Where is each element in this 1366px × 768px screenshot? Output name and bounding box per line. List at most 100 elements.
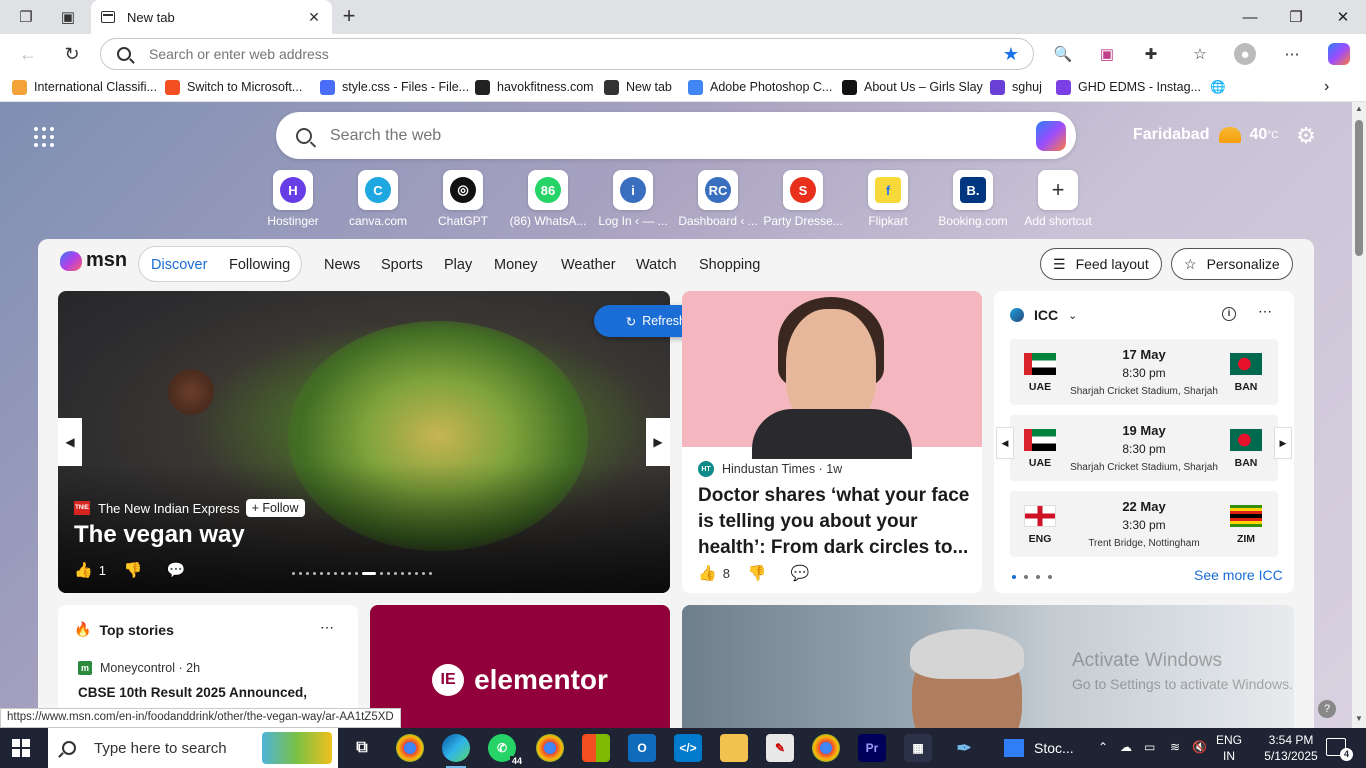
- weather-widget[interactable]: Faridabad 40 °C: [1133, 126, 1279, 144]
- wifi-icon[interactable]: ≋: [1170, 740, 1180, 754]
- bookmark-item[interactable]: havokfitness.com: [475, 78, 594, 96]
- globe-icon[interactable]: 🌐: [1210, 78, 1226, 96]
- chrome-profile-icon[interactable]: [536, 734, 564, 762]
- web-search-box[interactable]: [276, 112, 1076, 159]
- top-story-headline[interactable]: CBSE 10th Result 2025 Announced,: [78, 683, 338, 703]
- close-tab-icon[interactable]: ✕: [304, 7, 324, 27]
- match-card[interactable]: ENG 22 May 3:30 pm Trent Bridge, Nottingham…: [1010, 491, 1278, 557]
- feed-layout-button[interactable]: ☰ Feed layout: [1040, 248, 1162, 280]
- tray-chevron-icon[interactable]: ⌃: [1098, 740, 1108, 754]
- more-options-icon[interactable]: ⋯: [1258, 303, 1272, 320]
- bookmark-item[interactable]: About Us – Girls Slay: [842, 78, 983, 96]
- scrollbar-thumb[interactable]: [1355, 120, 1363, 256]
- bookmark-item[interactable]: sghuj: [990, 78, 1042, 96]
- start-button[interactable]: [12, 739, 30, 757]
- file-explorer-icon[interactable]: [720, 734, 748, 762]
- carousel-next-button[interactable]: ▶: [646, 418, 670, 466]
- nav-money[interactable]: Money: [494, 257, 538, 273]
- close-window-button[interactable]: ✕: [1320, 4, 1366, 30]
- carousel-dot[interactable]: [429, 572, 432, 575]
- scroll-down-arrow[interactable]: ▼: [1354, 714, 1364, 723]
- more-bookmarks-chevron-icon[interactable]: ›: [1324, 78, 1329, 96]
- copilot-icon[interactable]: [1036, 120, 1066, 151]
- bookmark-item[interactable]: GHD EDMS - Instag...: [1056, 78, 1201, 96]
- pen-app-icon[interactable]: ✒: [950, 734, 978, 762]
- carousel-dot[interactable]: [394, 572, 397, 575]
- back-button[interactable]: ←: [16, 42, 40, 66]
- battery-icon[interactable]: ▭: [1144, 740, 1155, 754]
- address-input[interactable]: [149, 46, 1003, 62]
- app-grid-icon[interactable]: ▦: [904, 734, 932, 762]
- info-icon[interactable]: i: [1222, 307, 1236, 321]
- shortcut-tile[interactable]: ◎ ChatGPT: [421, 170, 505, 230]
- carousel-dot[interactable]: [306, 572, 309, 575]
- carousel-dot[interactable]: [327, 572, 330, 575]
- more-options-icon[interactable]: ⋯: [320, 619, 334, 636]
- refresh-button[interactable]: ↻: [60, 42, 84, 66]
- chrome-alt-icon[interactable]: [812, 734, 840, 762]
- story-source-name[interactable]: Hindustan Times: [722, 462, 815, 476]
- dislike-icon[interactable]: 👎: [124, 561, 143, 579]
- shortcut-tile[interactable]: RC Dashboard ‹ ...: [676, 170, 760, 230]
- edge-icon[interactable]: [442, 734, 470, 768]
- carousel-dot[interactable]: [401, 572, 404, 575]
- stocks-widget[interactable]: Stoc...: [1004, 734, 1084, 762]
- nav-watch[interactable]: Watch: [636, 257, 677, 273]
- nav-sports[interactable]: Sports: [381, 257, 423, 273]
- taskbar-search[interactable]: Type here to search: [48, 728, 338, 768]
- web-search-input[interactable]: [330, 126, 1036, 145]
- like-icon[interactable]: 👍: [74, 561, 93, 579]
- shortcut-tile[interactable]: B. Booking.com: [931, 170, 1015, 230]
- bookmark-item[interactable]: International Classifi...: [12, 78, 157, 96]
- carousel-dot[interactable]: [341, 572, 344, 575]
- workspaces-icon[interactable]: ❐: [15, 6, 37, 28]
- scroll-up-arrow[interactable]: ▲: [1354, 104, 1364, 113]
- dislike-icon[interactable]: 👎: [748, 564, 767, 582]
- extensions-puzzle-icon[interactable]: ✚: [1140, 43, 1162, 65]
- whatsapp-icon[interactable]: ✆ 44: [488, 734, 524, 766]
- carousel-dot[interactable]: [299, 572, 302, 575]
- onedrive-cloud-icon[interactable]: ☁: [1120, 740, 1132, 754]
- chrome-icon[interactable]: [396, 734, 424, 762]
- carousel-dot[interactable]: [313, 572, 316, 575]
- page-settings-gear-icon[interactable]: ⚙: [1294, 124, 1318, 148]
- system-clock[interactable]: 3:54 PM 5/13/2025: [1256, 732, 1326, 764]
- new-tab-button[interactable]: +: [337, 5, 361, 29]
- carousel-dot[interactable]: [387, 572, 390, 575]
- carousel-dot[interactable]: [408, 572, 411, 575]
- nav-play[interactable]: Play: [444, 257, 472, 273]
- restore-button[interactable]: ❐: [1273, 4, 1319, 30]
- extension-icon[interactable]: ▣: [1096, 43, 1118, 65]
- carousel-dot[interactable]: [320, 572, 323, 575]
- notification-center-icon[interactable]: 4: [1326, 738, 1353, 761]
- comment-icon[interactable]: 💬: [791, 564, 810, 582]
- carousel-dot[interactable]: [362, 572, 376, 575]
- icc-header[interactable]: ICC ⌄: [1010, 307, 1077, 323]
- page-scrollbar[interactable]: ▲ ▼: [1352, 102, 1366, 728]
- follow-button[interactable]: + Follow: [245, 499, 305, 517]
- nav-news[interactable]: News: [324, 257, 360, 273]
- microsoft-store-icon[interactable]: [582, 734, 610, 762]
- bookmark-item[interactable]: New tab: [604, 78, 672, 96]
- volume-muted-icon[interactable]: 🔇: [1192, 740, 1207, 754]
- like-icon[interactable]: 👍: [698, 564, 717, 582]
- profile-avatar-icon[interactable]: ●: [1234, 43, 1256, 65]
- premiere-pro-icon[interactable]: Pr: [858, 734, 886, 762]
- task-view-icon[interactable]: ⧉: [348, 734, 376, 762]
- tab-discover[interactable]: Discover: [151, 257, 207, 273]
- vscode-icon[interactable]: </>: [674, 734, 702, 762]
- shortcut-tile[interactable]: i Log In ‹ — ...: [591, 170, 675, 230]
- top-story-source-name[interactable]: Moneycontrol: [100, 661, 175, 675]
- icc-next-button[interactable]: ▶: [1274, 427, 1292, 459]
- carousel-dot[interactable]: [348, 572, 351, 575]
- hero-story-card[interactable]: ◀ ▶ TNIE The New Indian Express + Follow…: [58, 291, 670, 593]
- carousel-dot[interactable]: [422, 572, 425, 575]
- help-icon[interactable]: ?: [1318, 700, 1336, 718]
- app-launcher-icon[interactable]: [34, 127, 54, 147]
- carousel-dot[interactable]: [334, 572, 337, 575]
- carousel-dot[interactable]: [292, 572, 295, 575]
- tab-following[interactable]: Following: [229, 257, 290, 273]
- match-card[interactable]: UAE 19 May 8:30 pm Sharjah Cricket Stadium,…: [1010, 415, 1278, 481]
- copilot-icon[interactable]: [1328, 43, 1350, 65]
- icc-prev-button[interactable]: ◀: [996, 427, 1014, 459]
